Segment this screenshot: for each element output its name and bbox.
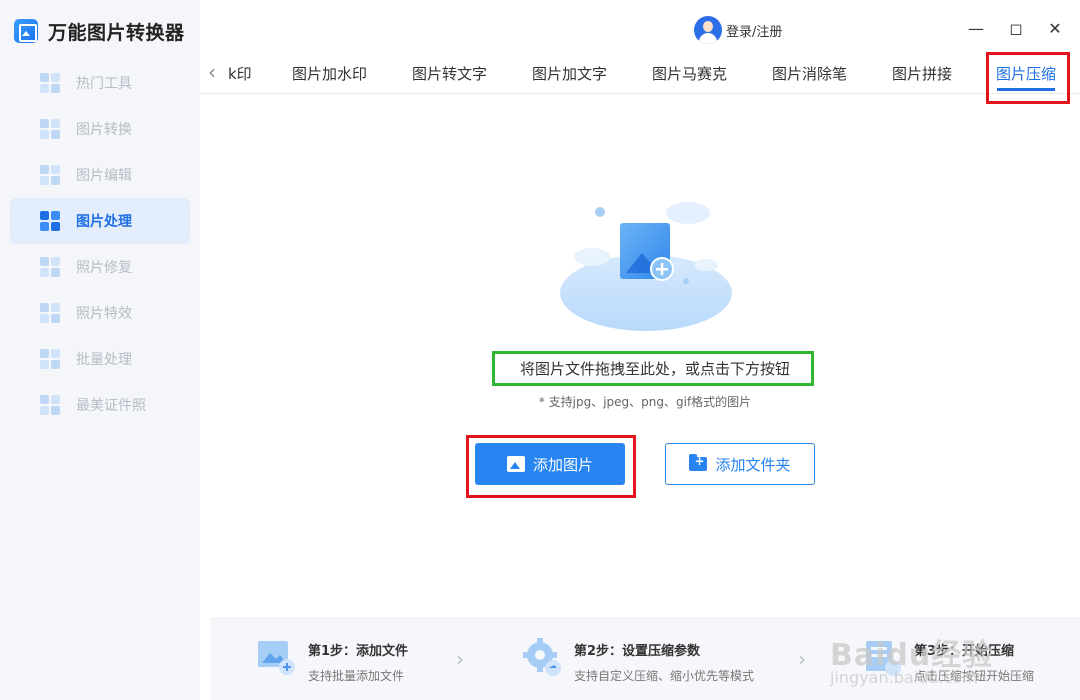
folder-add-icon (689, 454, 708, 471)
add-image-button[interactable]: 添加图片 (475, 443, 625, 485)
sidebar-item-label: 照片修复 (76, 260, 132, 276)
image-process-icon (40, 211, 62, 231)
step-2: 第2步：设置压缩参数 支持自定义压缩、缩小优先等模式 (522, 637, 754, 684)
step-desc: 支持批量添加文件 (308, 669, 405, 683)
drop-hint-text: 将图片文件拖拽至此处，或点击下方按钮 (519, 360, 790, 378)
add-folder-label: 添加文件夹 (715, 455, 791, 474)
step-title: 第2步：设置压缩参数 (574, 644, 701, 659)
step-desc: 点击压缩按钮开始压缩 (914, 669, 1035, 683)
chevron-right-icon: › (456, 647, 464, 671)
sidebar-nav: 热门工具 图片转换 图片编辑 图片处理 照片修复 照片特效 批量处理 最美证件照 (10, 60, 190, 428)
image-add-icon (506, 456, 525, 472)
login-button[interactable]: 登录/注册 (694, 16, 782, 44)
tab-add-watermark[interactable]: 图片加水印 (292, 63, 367, 84)
sidebar-item-label: 最美证件照 (76, 398, 146, 414)
step-title: 第1步：添加文件 (308, 644, 409, 659)
tab-eraser[interactable]: 图片消除笔 (772, 63, 847, 84)
add-folder-button[interactable]: 添加文件夹 (665, 443, 815, 485)
login-label: 登录/注册 (726, 24, 783, 40)
photo-repair-icon (40, 257, 62, 277)
upload-illustration-icon (560, 202, 732, 331)
app-title: 万能图片转换器 (48, 21, 185, 44)
sidebar-item-photo-effects[interactable]: 照片特效 (10, 290, 190, 336)
supported-formats-text: * 支持jpg、jpeg、png、gif格式的图片 (538, 395, 752, 409)
sidebar-item-photo-repair[interactable]: 照片修复 (10, 244, 190, 290)
sidebar-item-label: 图片处理 (76, 214, 132, 230)
sidebar-item-label: 热门工具 (76, 76, 132, 92)
sidebar-item-image-process[interactable]: 图片处理 (10, 198, 190, 244)
tab-image-to-text[interactable]: 图片转文字 (412, 63, 487, 84)
sidebar-item-hot-tools[interactable]: 热门工具 (10, 60, 190, 106)
brand: 万能图片转换器 (14, 16, 185, 46)
maximize-button[interactable]: ◻ (1006, 18, 1026, 38)
sidebar-item-label: 图片编辑 (76, 168, 132, 184)
app-logo-icon (14, 19, 38, 43)
step-title: 第3步：开始压缩 (914, 644, 1015, 659)
sidebar-item-image-convert[interactable]: 图片转换 (10, 106, 190, 152)
tab-stitch[interactable]: 图片拼接 (892, 63, 952, 84)
chevron-right-icon: › (798, 647, 806, 671)
photo-effects-icon (40, 303, 62, 323)
settings-gear-icon (523, 638, 561, 676)
step-3: 第3步：开始压缩 点击压缩按钮开始压缩 (862, 637, 1034, 684)
compress-start-icon (866, 641, 901, 676)
grid-icon (40, 73, 62, 93)
step-desc: 支持自定义压缩、缩小优先等模式 (574, 669, 755, 683)
tab-compress[interactable]: 图片压缩 (996, 63, 1056, 84)
add-file-icon (258, 641, 295, 675)
active-tab-indicator (997, 88, 1055, 91)
sidebar-item-label: 批量处理 (76, 352, 132, 368)
tab-watermark-remove[interactable]: k印 (228, 63, 252, 84)
avatar (694, 16, 722, 44)
image-convert-icon (40, 119, 62, 139)
sidebar-item-label: 图片转换 (76, 122, 132, 138)
image-edit-icon (40, 165, 62, 185)
tab-mosaic[interactable]: 图片马赛克 (652, 63, 727, 84)
steps-bar: 第1步：添加文件 支持批量添加文件 › 第2步：设置压缩参数 支持自定义压缩、缩… (210, 618, 1080, 700)
sidebar-item-batch-process[interactable]: 批量处理 (10, 336, 190, 382)
minimize-button[interactable]: — (966, 18, 986, 38)
tool-tabs: ‹ k印 图片加水印 图片转文字 图片加文字 图片马赛克 图片消除笔 图片拼接 … (200, 52, 1080, 94)
sidebar: 万能图片转换器 热门工具 图片转换 图片编辑 图片处理 照片修复 照片特效 批量… (0, 0, 200, 700)
sidebar-item-image-edit[interactable]: 图片编辑 (10, 152, 190, 198)
add-image-label: 添加图片 (532, 455, 593, 474)
close-button[interactable]: ✕ (1045, 18, 1065, 38)
sidebar-item-id-photo[interactable]: 最美证件照 (10, 382, 190, 428)
tab-add-text[interactable]: 图片加文字 (532, 63, 607, 84)
batch-icon (40, 349, 62, 369)
id-photo-icon (40, 395, 62, 415)
chevron-left-icon[interactable]: ‹ (208, 62, 216, 82)
sidebar-item-label: 照片特效 (76, 306, 132, 322)
step-1: 第1步：添加文件 支持批量添加文件 (256, 637, 408, 684)
